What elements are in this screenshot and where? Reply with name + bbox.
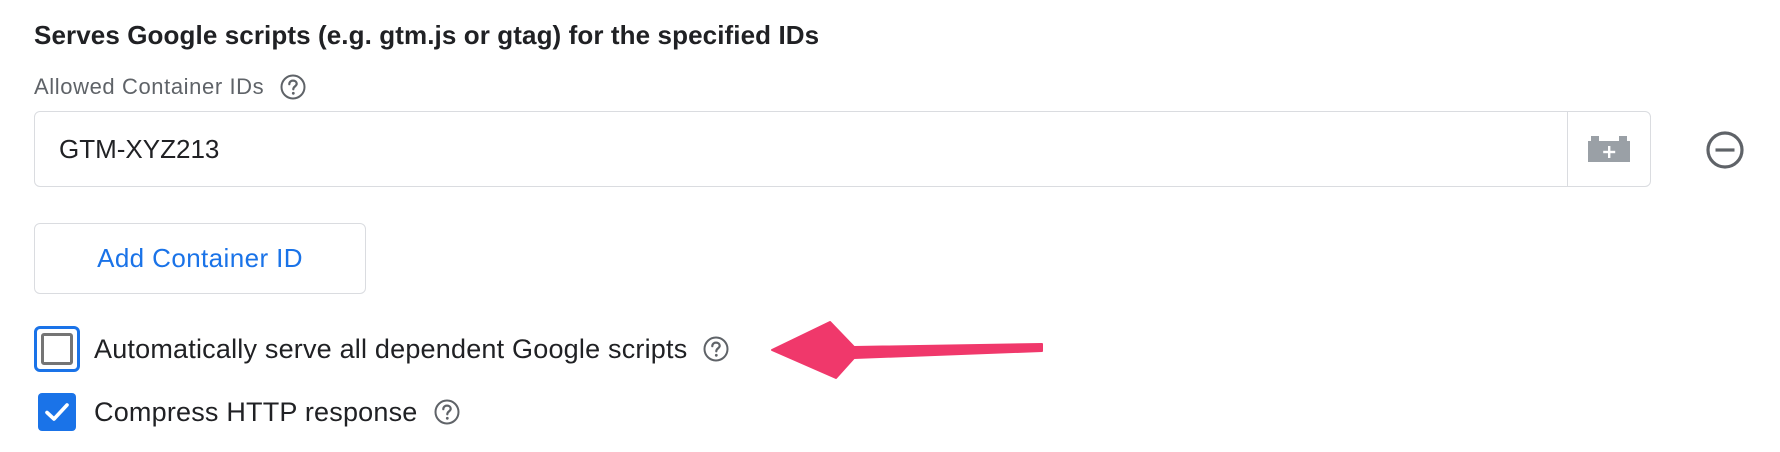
variable-insert-icon <box>1588 136 1630 162</box>
container-id-input[interactable] <box>35 112 1567 186</box>
auto-serve-label[interactable]: Automatically serve all dependent Google… <box>94 334 687 365</box>
compress-option: Compress HTTP response <box>34 393 462 431</box>
annotation-arrow <box>771 321 1043 379</box>
insert-variable-button[interactable] <box>1567 112 1650 186</box>
help-icon[interactable] <box>701 334 731 364</box>
compress-checkbox[interactable] <box>38 393 76 431</box>
add-container-id-button[interactable]: Add Container ID <box>34 223 366 294</box>
allowed-ids-label-row: Allowed Container IDs <box>34 72 308 102</box>
auto-serve-checkbox[interactable] <box>34 326 80 372</box>
check-icon <box>45 403 69 421</box>
remove-circle-icon <box>1706 131 1744 169</box>
checkbox-box <box>41 333 73 365</box>
help-icon[interactable] <box>278 72 308 102</box>
allowed-ids-label: Allowed Container IDs <box>34 74 265 99</box>
container-id-field <box>34 111 1651 187</box>
section-title: Serves Google scripts (e.g. gtm.js or gt… <box>34 20 820 50</box>
remove-container-id-button[interactable] <box>1703 128 1747 172</box>
compress-label[interactable]: Compress HTTP response <box>94 397 418 428</box>
auto-serve-option: Automatically serve all dependent Google… <box>34 326 731 372</box>
help-icon[interactable] <box>432 397 462 427</box>
